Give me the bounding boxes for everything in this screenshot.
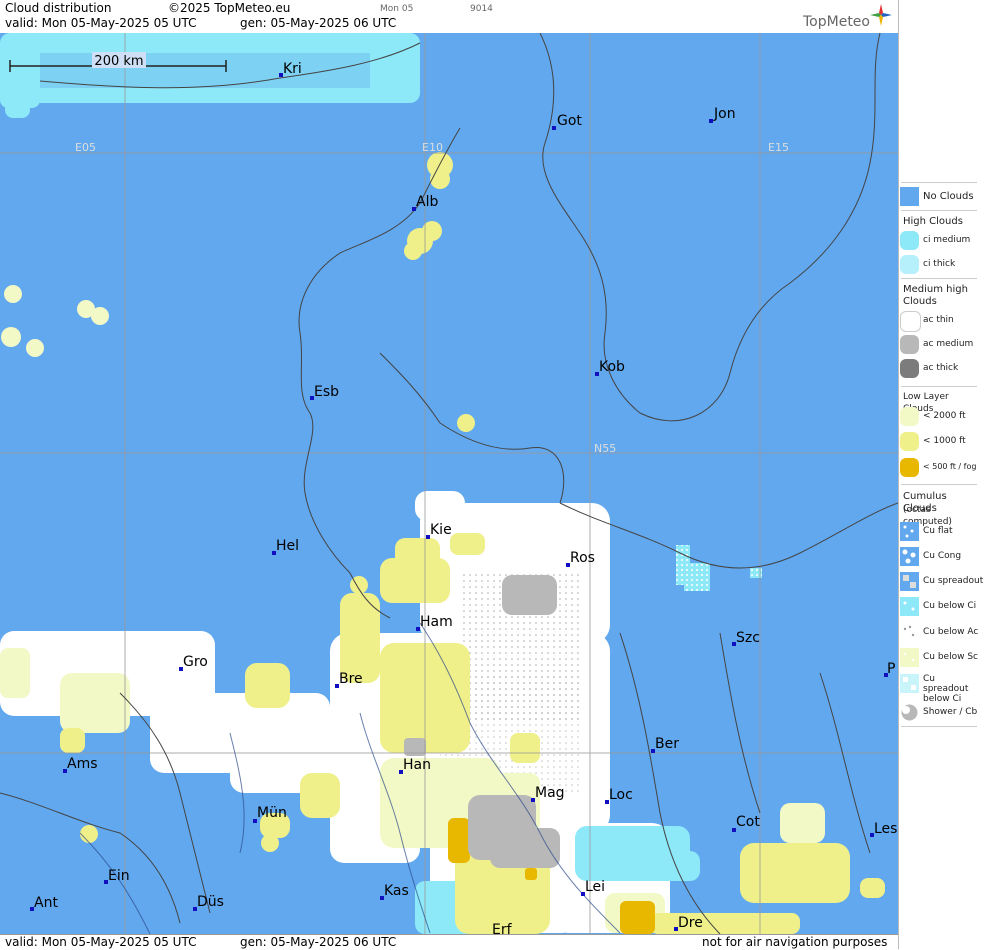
city-label-han: Han (403, 757, 431, 773)
city-label-dus: Düs (197, 894, 224, 910)
city-label-hel: Hel (276, 538, 299, 554)
city-label-kas: Kas (384, 883, 409, 899)
city-label-szc: Szc (736, 630, 760, 646)
city-label-esb: Esb (314, 384, 339, 400)
footer-disclaimer: not for air navigation purposes (702, 935, 888, 949)
cloud-area-ci-northwest (0, 33, 420, 118)
city-label-got: Got (557, 113, 582, 129)
city-label-jon: Jon (713, 106, 736, 122)
city-label-dre: Dre (678, 915, 703, 931)
city-label-ber: Ber (655, 736, 679, 752)
footer-bar: valid: Mon 05-May-2025 05 UTC gen: 05-Ma… (0, 934, 898, 950)
footer-generated-time: gen: 05-May-2025 06 UTC (240, 935, 397, 949)
city-label-mag: Mag (535, 785, 565, 801)
legend-low-1000: < 1000 ft (899, 431, 977, 453)
scale-label: 200 km (94, 54, 143, 69)
city-label-les: Les (874, 821, 897, 837)
city-label-ein: Ein (108, 868, 130, 884)
legend-cu-cong: Cu Cong (899, 546, 977, 568)
valid-time: valid: Mon 05-May-2025 05 UTC (5, 16, 197, 30)
legend-ac-thin: ac thin (899, 310, 977, 332)
generated-time: gen: 05-May-2025 06 UTC (240, 16, 397, 30)
city-label-cot: Cot (736, 814, 760, 830)
map-title: Cloud distribution (5, 1, 112, 15)
legend-no-clouds: No Clouds (899, 186, 977, 208)
legend-ci-medium: ci medium (899, 230, 977, 252)
grid-label-e15: E15 (768, 141, 789, 154)
brand-name: TopMeteo (803, 14, 870, 30)
swatch-no-clouds (900, 187, 919, 206)
city-label-mun: Mün (257, 805, 287, 821)
legend-cu-below-ci: Cu below Ci (899, 596, 977, 618)
copyright-text: ©2025 TopMeteo.eu (168, 1, 291, 15)
city-label-kri: Kri (283, 61, 302, 77)
legend-cu-below-ac: Cu below Ac (899, 622, 978, 644)
city-label-gro: Gro (183, 654, 208, 670)
legend-low-500-fog: < 500 ft / fog (899, 457, 977, 479)
legend-shower-cb: Shower / Cb (899, 702, 977, 724)
day-code: Mon 05 (380, 4, 414, 14)
grid-label-n55: N55 (594, 442, 616, 455)
legend-low-2000: < 2000 ft (899, 406, 977, 428)
city-label-ros: Ros (570, 550, 595, 566)
legend-cu-flat: Cu flat (899, 521, 977, 543)
city-label-alb: Alb (416, 194, 438, 210)
legend-ac-thick: ac thick (899, 358, 977, 380)
city-label-lei: Lei (585, 879, 605, 895)
city-label-ant: Ant (34, 895, 58, 911)
header-bar: Cloud distribution ©2025 TopMeteo.eu Mon… (0, 0, 898, 34)
city-label-kob: Kob (599, 359, 625, 375)
legend-ac-medium: ac medium (899, 334, 977, 356)
footer-valid-time: valid: Mon 05-May-2025 05 UTC (5, 935, 197, 949)
cloud-map[interactable]: 200 km E05 E10 E15 N55 Kri Got Jon Alb K… (0, 33, 898, 934)
city-label-ham: Ham (420, 614, 453, 630)
tile-code: 9014 (470, 4, 493, 14)
city-label-kie: Kie (430, 522, 452, 538)
grid-label-e05: E05 (75, 141, 96, 154)
city-label-ams: Ams (67, 756, 98, 772)
legend-cu-spreadout-below-ci: Cu spreadout below Ci (899, 673, 977, 704)
city-label-p: P (887, 661, 895, 677)
legend-high-clouds-heading: High Clouds (903, 216, 963, 227)
compass-star-icon (870, 4, 892, 26)
map-canvas: 200 km E05 E10 E15 N55 Kri Got Jon Alb K… (0, 33, 898, 934)
legend-panel: No Clouds High Clouds ci medium ci thick… (898, 0, 989, 949)
grid-label-e10: E10 (422, 141, 443, 154)
legend-medium-clouds-heading: Medium high Clouds (903, 284, 968, 307)
legend-cu-spreadout: Cu spreadout (899, 571, 983, 593)
city-label-bre: Bre (339, 671, 363, 687)
cloud-area-low-2000-west (1, 285, 109, 357)
legend-ci-thick: ci thick (899, 254, 977, 276)
city-label-loc: Loc (609, 787, 633, 803)
city-label-erf: Erf (492, 922, 513, 934)
legend-cu-below-sc: Cu below Sc (899, 647, 978, 669)
